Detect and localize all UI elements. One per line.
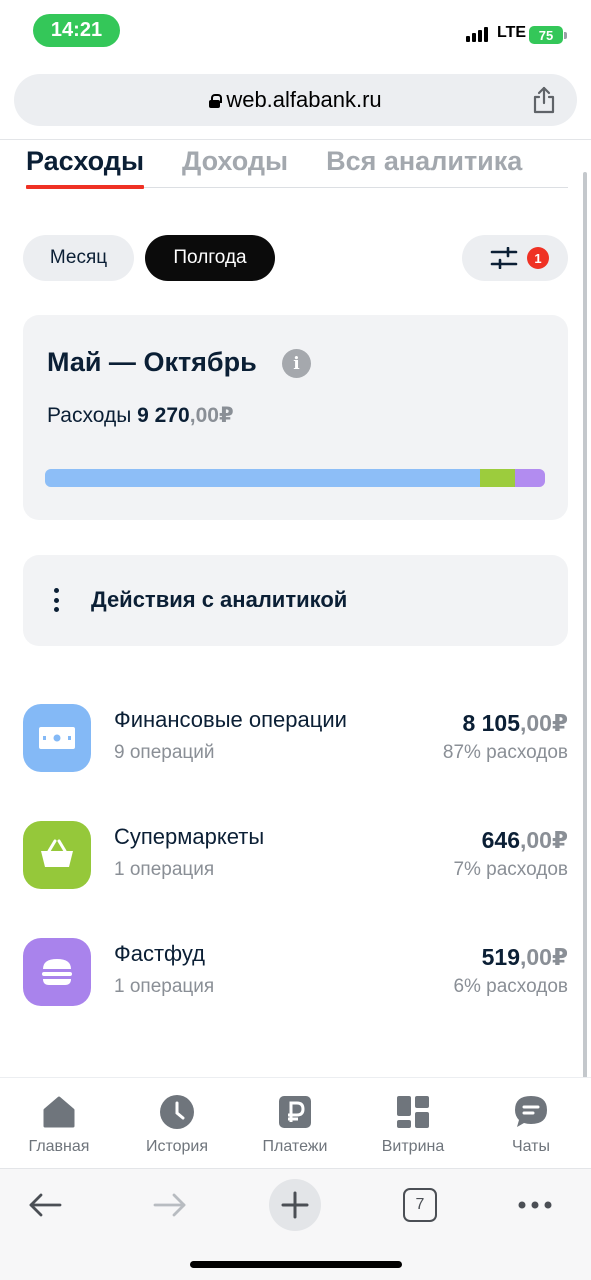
browser-menu-button[interactable] xyxy=(509,1179,561,1231)
tab-all-analytics[interactable]: Вся аналитика xyxy=(326,136,522,187)
category-name: Финансовые операции xyxy=(114,707,347,732)
total-expenses-currency: ₽ xyxy=(218,404,234,427)
analytics-actions-label: Действия с аналитикой xyxy=(91,587,348,612)
category-amount: 519,00₽ xyxy=(482,944,568,971)
home-icon xyxy=(43,1096,75,1128)
info-icon[interactable]: i xyxy=(282,349,311,378)
category-operations: 1 операция xyxy=(114,976,215,997)
status-time: 14:21 xyxy=(33,14,120,47)
total-expenses: Расходы 9 270,00₽ xyxy=(47,403,234,428)
address-bar[interactable]: web.alfabank.ru xyxy=(14,74,577,126)
analytics-actions-button[interactable]: Действия с аналитикой xyxy=(23,555,568,646)
summary-card: Май — Октябрь i Расходы 9 270,00₽ xyxy=(23,315,568,520)
status-bar: 14:21 LTE 75 xyxy=(0,0,591,62)
category-amount-main: 8 105 xyxy=(462,710,520,736)
category-amount-currency: ₽ xyxy=(551,710,568,736)
plus-icon xyxy=(281,1191,309,1219)
category-name: Фастфуд xyxy=(114,941,205,966)
category-amount-currency: ₽ xyxy=(551,944,568,970)
url-text: web.alfabank.ru xyxy=(226,87,382,112)
nav-item-home[interactable]: Главная xyxy=(0,1094,118,1160)
category-amount-fraction: ,00 xyxy=(520,710,552,736)
total-expenses-fraction: ,00 xyxy=(189,404,219,427)
home-indicator xyxy=(190,1261,402,1268)
more-vertical-icon xyxy=(53,588,59,612)
clock-icon xyxy=(160,1095,194,1129)
category-amount-main: 519 xyxy=(481,944,520,970)
nav-item-payments[interactable]: Платежи xyxy=(236,1094,354,1160)
category-amount: 8 105,00₽ xyxy=(462,710,568,737)
nav-item-chats[interactable]: Чаты xyxy=(472,1094,590,1160)
filter-sliders-icon xyxy=(490,247,518,269)
network-type: LTE xyxy=(497,24,527,41)
share-icon[interactable] xyxy=(531,86,557,114)
back-button[interactable] xyxy=(19,1179,71,1231)
burger-icon xyxy=(23,938,91,1006)
category-row-supermarkets[interactable]: Супермаркеты 1 операция 646,00₽ 7% расхо… xyxy=(23,821,568,891)
nav-item-showcase[interactable]: Витрина xyxy=(354,1094,472,1160)
category-amount-main: 646 xyxy=(481,827,520,853)
category-amount-fraction: ,00 xyxy=(520,944,552,970)
scrollbar[interactable] xyxy=(583,172,587,1162)
period-half-year-chip[interactable]: Полгода xyxy=(145,235,275,281)
category-operations: 1 операция xyxy=(114,859,215,880)
category-share: 6% расходов xyxy=(453,976,568,997)
banknote-icon xyxy=(23,704,91,772)
nav-item-history[interactable]: История xyxy=(118,1094,236,1160)
period-month-chip[interactable]: Месяц xyxy=(23,235,134,281)
ruble-icon xyxy=(279,1096,311,1128)
expense-bar-segment xyxy=(515,469,545,487)
expense-bar-segment xyxy=(480,469,515,487)
category-amount-fraction: ,00 xyxy=(520,827,552,853)
arrow-left-icon xyxy=(29,1193,62,1217)
category-share: 7% расходов xyxy=(453,859,568,880)
grid-icon xyxy=(397,1096,429,1128)
category-name: Супермаркеты xyxy=(114,824,265,849)
tabs-switcher-button[interactable]: 7 xyxy=(394,1179,446,1231)
category-row-fastfood[interactable]: Фастфуд 1 операция 519,00₽ 6% расходов xyxy=(23,938,568,1008)
nav-label: Витрина xyxy=(381,1138,445,1155)
tab-income[interactable]: Доходы xyxy=(182,136,288,187)
basket-icon xyxy=(23,821,91,889)
category-amount: 646,00₽ xyxy=(482,827,568,854)
more-horizontal-icon xyxy=(518,1201,552,1209)
signal-icon xyxy=(466,26,488,42)
nav-label: Главная xyxy=(28,1138,90,1155)
tab-expenses[interactable]: Расходы xyxy=(26,136,145,189)
nav-label: История xyxy=(145,1138,209,1155)
chat-icon xyxy=(515,1096,547,1127)
category-amount-currency: ₽ xyxy=(551,827,568,853)
category-row-finance[interactable]: Финансовые операции 9 операций 8 105,00₽… xyxy=(23,704,568,774)
battery-nub xyxy=(564,32,567,39)
browser-toolbar: 7 xyxy=(0,1168,591,1280)
new-tab-button[interactable] xyxy=(269,1179,321,1231)
category-share: 87% расходов xyxy=(442,742,568,763)
period-title: Май — Октябрь xyxy=(47,347,257,377)
total-expenses-label: Расходы xyxy=(47,404,132,427)
total-expenses-amount: 9 270 xyxy=(137,404,190,427)
battery-level: 75 xyxy=(538,27,554,43)
battery-icon: 75 xyxy=(529,26,563,44)
expense-bar-segment xyxy=(45,469,480,487)
category-operations: 9 операций xyxy=(114,742,215,763)
bottom-navigation: Главная История Платежи Витрина Чаты xyxy=(0,1077,591,1168)
filter-count-badge: 1 xyxy=(527,247,549,269)
analytics-tabs: Расходы Доходы Вся аналитика xyxy=(26,136,568,189)
expense-distribution-bar xyxy=(45,469,545,487)
lock-icon xyxy=(209,94,223,108)
nav-label: Платежи xyxy=(262,1138,328,1155)
forward-button[interactable] xyxy=(144,1179,196,1231)
nav-label: Чаты xyxy=(511,1138,551,1155)
tabs-count: 7 xyxy=(403,1188,437,1222)
arrow-right-icon xyxy=(153,1193,186,1217)
filter-button[interactable]: 1 xyxy=(462,235,568,281)
